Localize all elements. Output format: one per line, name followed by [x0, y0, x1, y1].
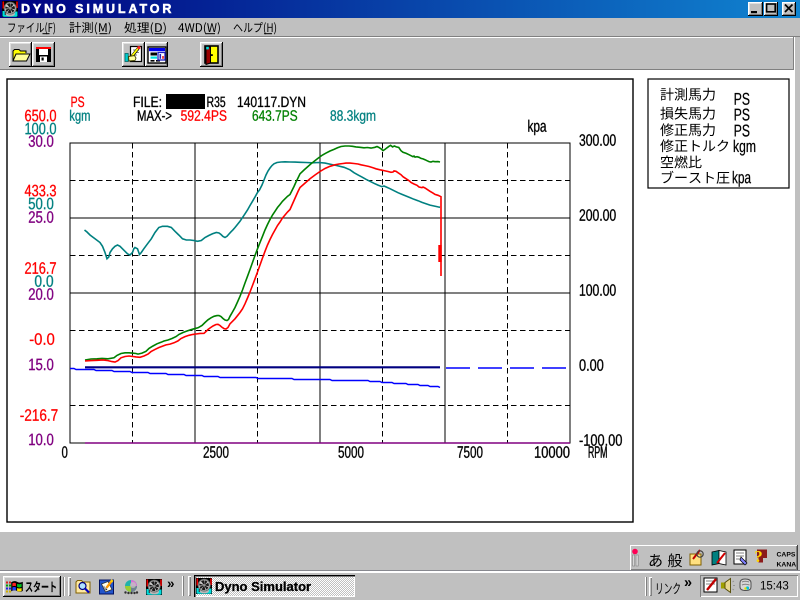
svg-text:CAPS: CAPS: [777, 552, 796, 559]
svg-text:KANA: KANA: [777, 562, 797, 569]
svg-text:15:43: 15:43: [760, 581, 789, 593]
svg-text:?: ?: [754, 547, 763, 566]
